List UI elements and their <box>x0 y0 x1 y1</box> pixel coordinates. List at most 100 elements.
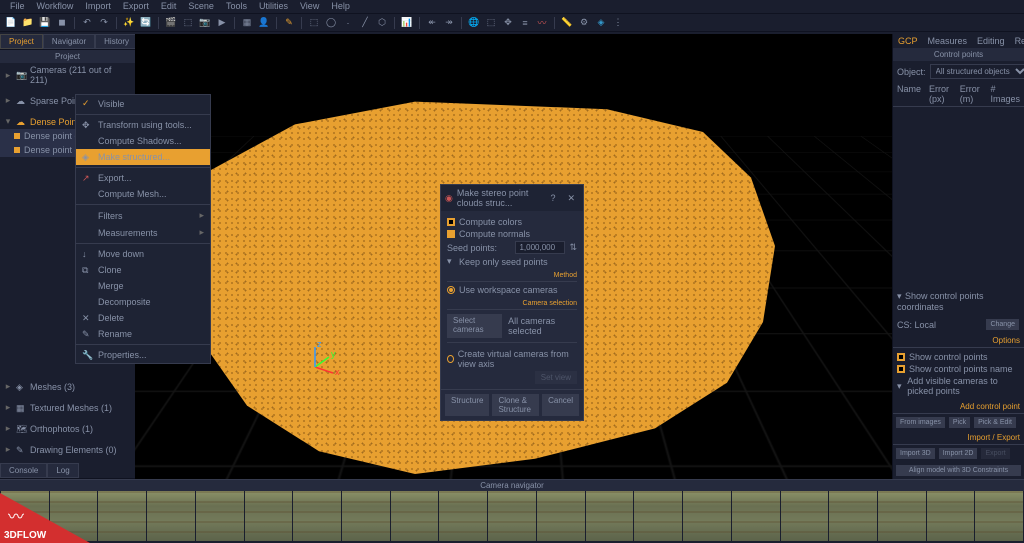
camera-thumb[interactable] <box>878 491 926 541</box>
video-icon[interactable]: ▶ <box>215 16 229 30</box>
structure-button[interactable]: Structure <box>445 394 489 416</box>
move-icon[interactable]: ✥ <box>501 16 515 30</box>
tab-registration[interactable]: Registration <box>1010 34 1024 48</box>
chart-icon[interactable]: 📊 <box>400 16 414 30</box>
camera-thumb[interactable] <box>634 491 682 541</box>
close-button[interactable]: ✕ <box>563 193 579 204</box>
tree-textured[interactable]: ▸▦Textured Meshes (1) <box>0 400 135 415</box>
pick-button[interactable]: Pick <box>949 417 970 428</box>
radio-workspace[interactable] <box>447 286 455 294</box>
cm-visible[interactable]: ✓Visible <box>76 95 210 112</box>
cm-properties[interactable]: 🔧Properties... <box>76 347 210 363</box>
point-icon[interactable]: · <box>341 16 355 30</box>
camera-thumb[interactable] <box>147 491 195 541</box>
cb-compute-normals[interactable] <box>447 230 455 238</box>
menu-edit[interactable]: Edit <box>155 0 183 13</box>
import-2d-button[interactable]: Import 2D <box>939 448 978 459</box>
tool-icon[interactable]: ⬚ <box>181 16 195 30</box>
camera-thumb[interactable] <box>439 491 487 541</box>
line-icon[interactable]: ╱ <box>358 16 372 30</box>
grid-icon[interactable]: ▦ <box>240 16 254 30</box>
menu-workflow[interactable]: Workflow <box>31 0 80 13</box>
camera-strip[interactable] <box>0 491 1024 541</box>
from-images-button[interactable]: From images <box>896 417 945 428</box>
tab-navigator[interactable]: Navigator <box>43 34 95 49</box>
camera-thumb[interactable] <box>586 491 634 541</box>
camera-thumb[interactable] <box>927 491 975 541</box>
tab-history[interactable]: History <box>95 34 138 49</box>
pencil-icon[interactable]: ✎ <box>282 16 296 30</box>
tree-drawing[interactable]: ▸✎Drawing Elements (0) <box>0 442 135 457</box>
cm-clone[interactable]: ⧉Clone <box>76 262 210 278</box>
camera-thumb[interactable] <box>98 491 146 541</box>
ruler-icon[interactable]: 📏 <box>560 16 574 30</box>
tab-console[interactable]: Console <box>0 463 47 478</box>
tab-gcp[interactable]: GCP <box>893 34 923 48</box>
align-button[interactable]: Align model with 3D Constraints <box>896 465 1021 476</box>
cm-delete[interactable]: ✕Delete <box>76 310 210 326</box>
tree-ortho[interactable]: ▸🗺Orthophotos (1) <box>0 421 135 436</box>
spinner-icon[interactable]: ⇅ <box>569 242 577 253</box>
set-view-button[interactable]: Set view <box>535 371 577 384</box>
camera-thumb[interactable] <box>293 491 341 541</box>
tab-measures[interactable]: Measures <box>923 34 973 48</box>
redo-icon[interactable]: ↷ <box>97 16 111 30</box>
scene-icon[interactable]: 🎬 <box>164 16 178 30</box>
open-icon[interactable]: 📁 <box>21 16 35 30</box>
menu-view[interactable]: View <box>294 0 325 13</box>
cm-filters[interactable]: Filters▸ <box>76 207 210 224</box>
menu-scene[interactable]: Scene <box>182 0 220 13</box>
menu-import[interactable]: Import <box>79 0 117 13</box>
camera-thumb[interactable] <box>732 491 780 541</box>
fwd-icon[interactable]: ↠ <box>442 16 456 30</box>
menu-tools[interactable]: Tools <box>220 0 253 13</box>
radio-virtual[interactable] <box>447 355 454 363</box>
cb-show-cp-name[interactable] <box>897 365 905 373</box>
help-button[interactable]: ? <box>546 193 559 203</box>
cm-make-structured[interactable]: ◈Make structured... <box>76 149 210 165</box>
tree-meshes[interactable]: ▸◈Meshes (3) <box>0 379 135 394</box>
poly-icon[interactable]: ⬡ <box>375 16 389 30</box>
cm-measurements[interactable]: Measurements▸ <box>76 224 210 241</box>
mesh-icon[interactable]: ◈ <box>594 16 608 30</box>
pick-edit-button[interactable]: Pick & Edit <box>974 417 1016 428</box>
photo-icon[interactable]: 📷 <box>198 16 212 30</box>
camera-thumb[interactable] <box>829 491 877 541</box>
menu-help[interactable]: Help <box>325 0 356 13</box>
camera-thumb[interactable] <box>196 491 244 541</box>
clone-structure-button[interactable]: Clone & Structure <box>492 394 539 416</box>
user-icon[interactable]: 👤 <box>257 16 271 30</box>
axis-gizmo[interactable]: x y z <box>305 337 345 377</box>
layer-icon[interactable]: ≡ <box>518 16 532 30</box>
gear-icon[interactable]: ⚙ <box>577 16 591 30</box>
cancel-button[interactable]: Cancel <box>542 394 579 416</box>
lasso-icon[interactable]: ◯ <box>324 16 338 30</box>
dialog-titlebar[interactable]: ◉ Make stereo point clouds struc... ? ✕ <box>441 185 583 211</box>
save-dark-icon[interactable]: ◼ <box>55 16 69 30</box>
wave-icon[interactable]: 〰 <box>535 16 549 30</box>
seed-points-input[interactable] <box>515 241 565 254</box>
tab-project[interactable]: Project <box>0 34 43 49</box>
change-cs-button[interactable]: Change <box>986 319 1019 330</box>
camera-thumb[interactable] <box>781 491 829 541</box>
camera-thumb[interactable] <box>342 491 390 541</box>
select-cameras-button[interactable]: Select cameras <box>447 314 502 338</box>
select-icon[interactable]: ⬚ <box>307 16 321 30</box>
wand-icon[interactable]: ✨ <box>122 16 136 30</box>
object-select[interactable]: All structured objects <box>930 64 1024 79</box>
import-3d-button[interactable]: Import 3D <box>896 448 935 459</box>
camera-thumb[interactable] <box>391 491 439 541</box>
cm-transform[interactable]: ✥Transform using tools... <box>76 117 210 133</box>
new-project-icon[interactable]: 📄 <box>4 16 18 30</box>
camera-thumb[interactable] <box>245 491 293 541</box>
camera-thumb[interactable] <box>488 491 536 541</box>
menu-file[interactable]: File <box>4 0 31 13</box>
tab-editing[interactable]: Editing <box>972 34 1010 48</box>
menu-utilities[interactable]: Utilities <box>253 0 294 13</box>
undo-icon[interactable]: ↶ <box>80 16 94 30</box>
export-button[interactable]: Export <box>981 448 1009 459</box>
tree-cameras[interactable]: ▸📷Cameras (211 out of 211) <box>0 63 135 87</box>
cm-move-down[interactable]: ↓Move down <box>76 246 210 262</box>
back-icon[interactable]: ↞ <box>425 16 439 30</box>
camera-thumb[interactable] <box>683 491 731 541</box>
